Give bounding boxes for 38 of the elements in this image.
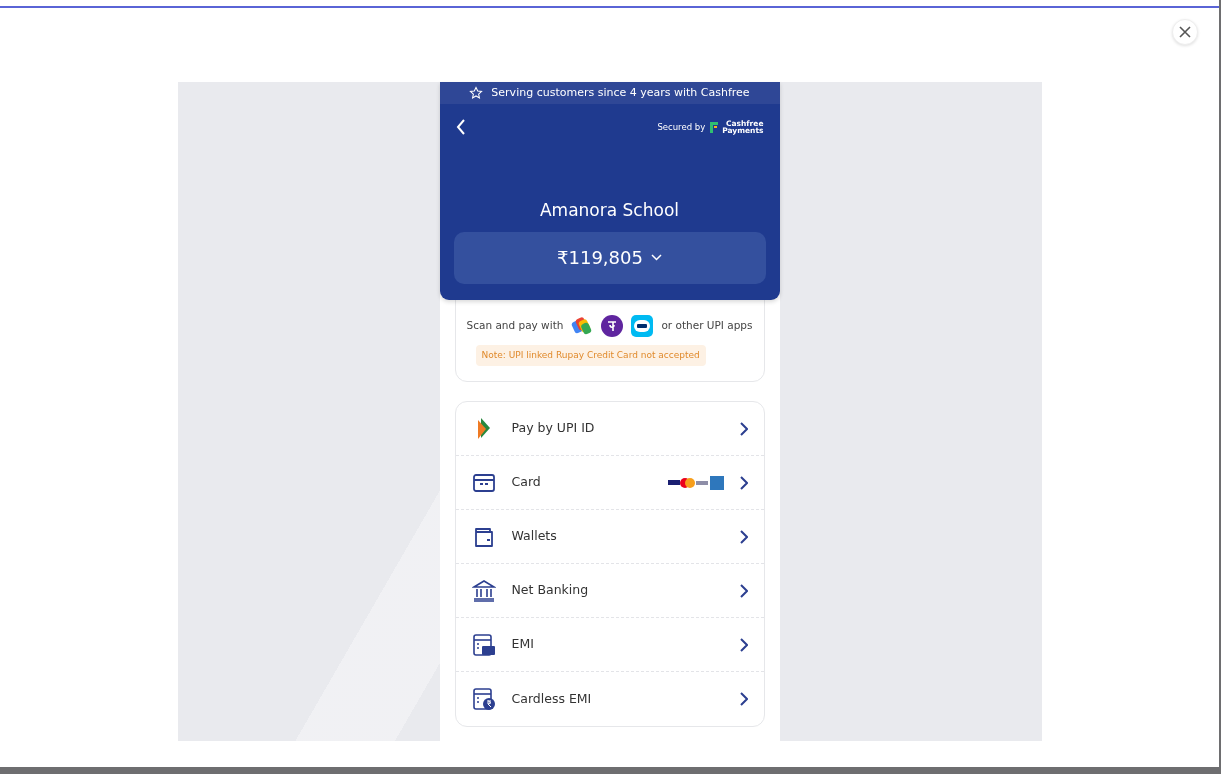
payment-method-row[interactable]: EMI	[455, 618, 764, 672]
close-icon	[1179, 26, 1191, 38]
amount-dropdown[interactable]: ₹119,805	[453, 231, 766, 284]
calendar-rupee-icon	[471, 687, 496, 711]
star-icon	[469, 86, 484, 100]
caret-icon	[650, 254, 662, 261]
method-label: Wallets	[511, 527, 558, 546]
chevron-right-icon	[739, 583, 748, 598]
method-label: EMI	[511, 635, 535, 654]
arrow-logo-icon	[477, 418, 490, 439]
secured-by-text: Secured by	[657, 120, 706, 134]
wallet-app-logo-icon	[631, 314, 654, 337]
calendar-card-icon	[471, 632, 496, 657]
close-button[interactable]	[1172, 19, 1198, 45]
merchant-name: Amanora School	[539, 199, 680, 222]
note-text: Note: UPI linked Rupay Credit Card not accepted	[475, 344, 706, 366]
chevron-right-icon	[739, 421, 748, 436]
pay-app-logo-icon	[601, 314, 624, 337]
payment-method-row[interactable]: Net Banking	[455, 564, 764, 618]
back-icon[interactable]	[455, 119, 466, 135]
payment-method-row[interactable]: Card	[455, 456, 764, 510]
chevron-right-icon	[739, 475, 748, 490]
payment-method-row[interactable]: Cardless EMI	[455, 672, 764, 726]
colorful-pay-icon	[571, 314, 594, 337]
payment-method-row[interactable]: Wallets	[455, 510, 764, 564]
logo-icon	[709, 120, 719, 134]
bank-icon	[471, 578, 496, 603]
chevron-right-icon	[739, 529, 748, 544]
method-label: Cardless EMI	[511, 689, 593, 708]
scan-text: Scan and pay with	[466, 317, 564, 333]
chevron-right-icon	[739, 637, 748, 652]
chevron-right-icon	[739, 692, 748, 706]
banner-text: Serving customers since 4 years with Cashfree	[491, 84, 750, 101]
other-apps-text: or other UPI apps	[661, 317, 753, 333]
method-label: Pay by UPI ID	[511, 419, 596, 438]
method-label: Net Banking	[511, 581, 590, 600]
payment-method-row[interactable]: Pay by UPI ID	[455, 402, 764, 456]
method-label: Card	[511, 473, 542, 492]
